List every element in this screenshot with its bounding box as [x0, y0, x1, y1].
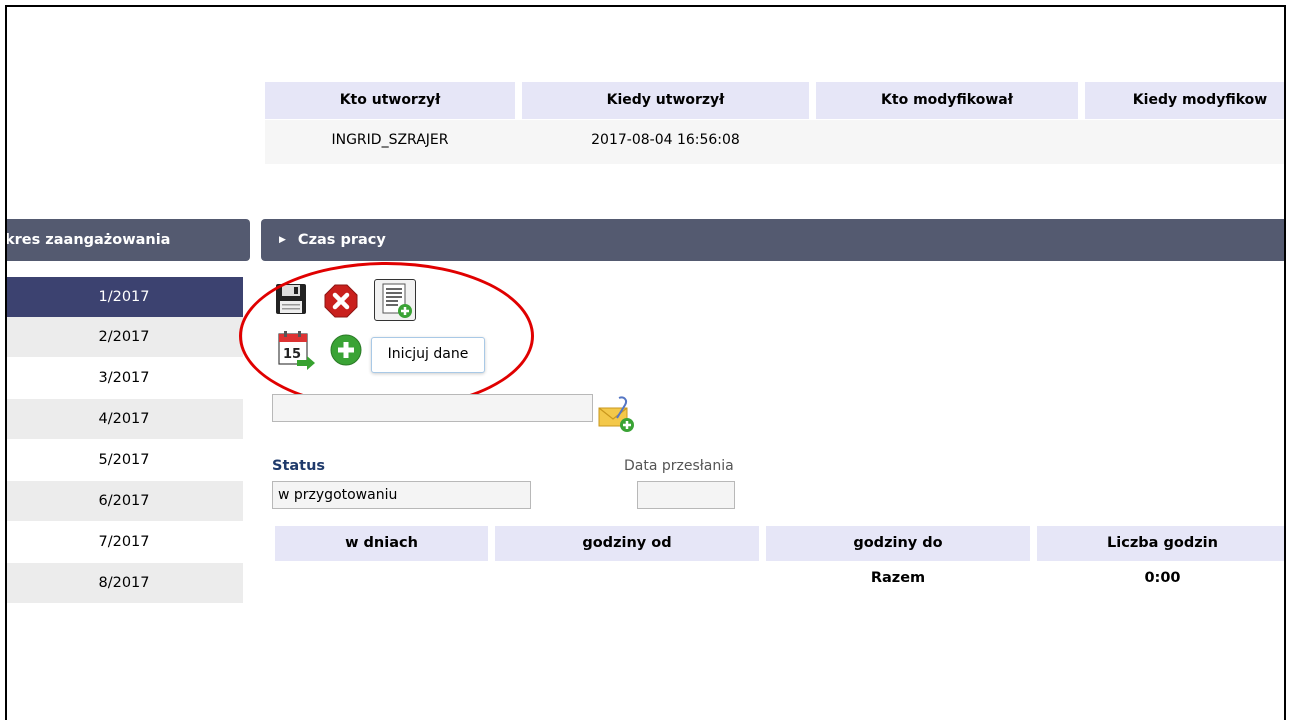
audit-table-row: INGRID_SZRAJER 2017-08-04 16:56:08	[265, 120, 1284, 164]
period-item[interactable]: 5/2017	[7, 440, 243, 480]
document-add-icon[interactable]	[374, 279, 416, 321]
period-item[interactable]: 6/2017	[7, 481, 243, 521]
floppy-save-icon[interactable]	[275, 283, 307, 319]
period-item[interactable]: 4/2017	[7, 399, 243, 439]
submission-date-field[interactable]	[637, 481, 735, 509]
audit-created-by-value: INGRID_SZRAJER	[331, 132, 449, 148]
audit-col-modified-when: Kiedy modyfikow	[1085, 82, 1284, 119]
audit-table-header: Kto utworzył Kiedy utworzył Kto modyfiko…	[265, 82, 1284, 119]
audit-col-modified-by: Kto modyfikował	[816, 82, 1078, 119]
delete-icon[interactable]	[324, 284, 358, 322]
work-time-section-title: Czas pracy	[297, 232, 386, 248]
period-panel-header[interactable]: kres zaangażowania	[7, 219, 250, 261]
screenshot-frame: Kto utworzył Kiedy utworzył Kto modyfiko…	[5, 5, 1286, 720]
init-data-tooltip: Inicjuj dane	[371, 337, 485, 373]
hours-col-to: godziny do	[766, 526, 1030, 561]
work-time-section-header[interactable]: ▶ Czas pracy	[261, 219, 1284, 261]
hours-col-count: Liczba godzin	[1037, 526, 1284, 561]
hours-total-value: 0:00	[1144, 570, 1181, 586]
hours-total-label: Razem	[870, 570, 926, 586]
period-item[interactable]: 7/2017	[7, 522, 243, 562]
status-label: Status	[272, 458, 326, 474]
hours-col-from: godziny od	[495, 526, 759, 561]
calendar-import-icon[interactable]: 15	[277, 330, 317, 374]
add-green-icon[interactable]	[330, 334, 362, 370]
envelope-attach-icon[interactable]	[597, 394, 637, 438]
period-item[interactable]: 1/2017	[7, 277, 243, 317]
expand-triangle-icon: ▶	[279, 235, 286, 245]
period-item[interactable]: 3/2017	[7, 358, 243, 398]
audit-col-created-by: Kto utworzył	[265, 82, 515, 119]
submission-date-label: Data przesłania	[624, 458, 734, 474]
status-field[interactable]: w przygotowaniu	[272, 481, 531, 509]
period-item[interactable]: 2/2017	[7, 317, 243, 357]
svg-text:15: 15	[283, 347, 301, 362]
audit-col-created-when: Kiedy utworzył	[522, 82, 809, 119]
period-item[interactable]: 8/2017	[7, 563, 243, 603]
audit-created-when-value: 2017-08-04 16:56:08	[591, 132, 740, 148]
hours-col-days: w dniach	[275, 526, 488, 561]
attachment-input[interactable]	[272, 394, 593, 422]
